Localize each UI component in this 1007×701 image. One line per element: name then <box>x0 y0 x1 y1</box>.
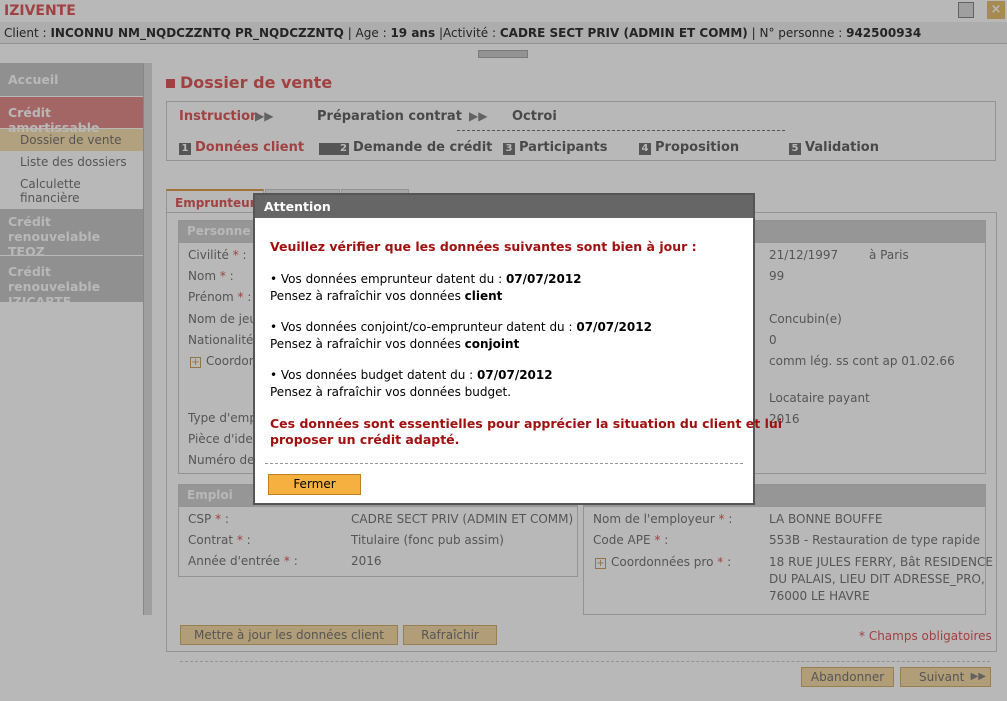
bullet-budget: • Vos données budget datent du : 07/07/2… <box>270 368 553 382</box>
bullet-text: • Vos données budget datent du : <box>270 368 474 382</box>
hint-conjoint: Pensez à rafraîchir vos données conjoint <box>270 337 519 351</box>
dialog-intro: Veuillez vérifier que les données suivan… <box>270 239 697 254</box>
close-button[interactable]: Fermer <box>268 474 361 495</box>
bullet-date: 07/07/2012 <box>477 368 553 382</box>
bullet-date: 07/07/2012 <box>576 320 652 334</box>
hint-bold: client <box>464 289 503 303</box>
hint-budget: Pensez à rafraîchir vos données budget. <box>270 385 512 399</box>
hint-text: Pensez à rafraîchir vos données <box>270 289 461 303</box>
bullet-text: • Vos données conjoint/co-emprunteur dat… <box>270 320 573 334</box>
bullet-text: • Vos données emprunteur datent du : <box>270 272 503 286</box>
bullet-conjoint: • Vos données conjoint/co-emprunteur dat… <box>270 320 652 334</box>
hint-text: Pensez à rafraîchir vos données <box>270 337 461 351</box>
attention-dialog: Attention Veuillez vérifier que les donn… <box>253 193 782 505</box>
hint-bold: conjoint <box>464 337 520 351</box>
divider <box>265 463 743 464</box>
dialog-title: Attention <box>255 195 753 218</box>
bullet-emprunteur: • Vos données emprunteur datent du : 07/… <box>270 272 582 286</box>
warning-line1: Ces données sont essentielles pour appré… <box>270 416 783 431</box>
bullet-date: 07/07/2012 <box>505 272 582 286</box>
hint-emprunteur: Pensez à rafraîchir vos données client <box>270 289 502 303</box>
warning-line2: proposer un crédit adapté. <box>270 432 460 447</box>
